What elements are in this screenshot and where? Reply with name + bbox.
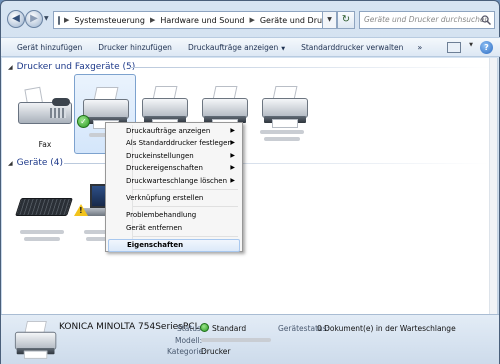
menu-item-label: Problembehandlung — [126, 211, 197, 220]
back-button[interactable]: ◀ — [7, 10, 25, 28]
menu-item-clear-queue[interactable]: Druckwarteschlange löschen ▶ — [108, 175, 240, 187]
add-printer-button[interactable]: Drucker hinzufügen — [90, 43, 180, 52]
device-printer[interactable] — [254, 74, 316, 154]
forward-button[interactable]: ▶ — [25, 10, 43, 28]
submenu-arrow-icon: ▶ — [230, 164, 235, 172]
show-print-jobs-button[interactable]: Druckaufträge anzeigen ▼ — [180, 43, 293, 52]
menu-item-label: Als Standarddrucker festlegen — [126, 139, 232, 148]
breadcrumb-separator-icon[interactable]: ▶ — [247, 16, 256, 24]
group-header-printers[interactable]: ◢ Drucker und Faxgeräte (5) — [8, 60, 135, 74]
search-placeholder: Geräte und Drucker durchsuchen — [364, 15, 490, 24]
redacted-model-value — [201, 338, 271, 342]
add-device-button[interactable]: Gerät hinzufügen — [9, 43, 90, 52]
details-category-value: Drucker — [201, 347, 231, 356]
menu-item-label: Eigenschaften — [127, 241, 184, 250]
chevron-down-icon: ▼ — [281, 45, 286, 52]
redacted-label — [264, 137, 300, 141]
vertical-scrollbar[interactable] — [489, 58, 497, 314]
search-input[interactable]: Geräte und Drucker durchsuchen — [359, 11, 495, 29]
menu-item-label: Druckereigenschaften — [126, 164, 203, 173]
details-model-label: Modell: — [175, 336, 203, 345]
menu-item-properties[interactable]: Eigenschaften — [108, 239, 240, 252]
details-status-value: Standard — [200, 323, 246, 333]
submenu-arrow-icon: ▶ — [230, 139, 235, 147]
keyboard-icon — [15, 198, 73, 216]
submenu-arrow-icon: ▶ — [230, 151, 235, 159]
redacted-label — [24, 237, 60, 241]
menu-item-printer-properties[interactable]: Druckereigenschaften ▶ — [108, 162, 240, 174]
refresh-icon: ↻ — [341, 14, 351, 25]
printer-icon — [260, 86, 310, 130]
menu-item-label: Druckeinstellungen — [126, 151, 194, 160]
menu-item-create-shortcut[interactable]: Verknüpfung erstellen — [108, 192, 240, 204]
command-bar: Gerät hinzufügen Drucker hinzufügen Druc… — [1, 37, 500, 57]
manage-default-printer-button[interactable]: Standarddrucker verwalten — [293, 43, 411, 52]
device-list-pane: ◢ Drucker und Faxgeräte (5) Fax ✓ ◢ Gerä… — [2, 58, 498, 314]
group-divider — [130, 67, 490, 68]
status-ok-icon — [200, 323, 209, 332]
warning-icon: ! — [74, 204, 88, 216]
devices-and-printers-window: ◀ ▶ ▼ ▶ Systemsteuerung ▶ Hardware und S… — [0, 0, 500, 364]
menu-separator — [132, 236, 238, 238]
device-keyboard[interactable] — [14, 174, 76, 254]
details-category-label: Kategorie: — [167, 347, 206, 356]
more-commands-button[interactable]: » — [411, 43, 428, 52]
address-bar[interactable]: ▶ Systemsteuerung ▶ Hardware und Sound ▶… — [53, 11, 323, 29]
fax-icon — [18, 86, 72, 130]
redacted-label — [20, 230, 64, 234]
collapse-triangle-icon[interactable]: ◢ — [8, 64, 13, 71]
device-fax[interactable]: Fax — [14, 74, 76, 154]
menu-item-label: Druckwarteschlange löschen — [126, 176, 228, 185]
menu-separator — [132, 206, 238, 208]
menu-item-label: Verknüpfung erstellen — [126, 193, 204, 202]
menu-separator — [132, 188, 238, 190]
search-icon — [481, 15, 491, 25]
menu-item-show-print-jobs[interactable]: Druckaufträge anzeigen ▶ — [108, 125, 240, 137]
group-title-devices: Geräte (4) — [16, 158, 64, 168]
change-view-icon[interactable] — [447, 42, 461, 53]
address-row: ◀ ▶ ▼ ▶ Systemsteuerung ▶ Hardware und S… — [1, 1, 500, 35]
breadcrumb-hardware-sound[interactable]: Hardware und Sound — [157, 16, 247, 25]
help-icon[interactable]: ? — [480, 41, 493, 54]
details-printer-status-value: 0 Dokument(e) in der Warteschlange — [317, 324, 456, 333]
submenu-arrow-icon: ▶ — [230, 127, 235, 134]
menu-item-remove-device[interactable]: Gerät entfernen — [108, 222, 240, 234]
breadcrumb-control-panel[interactable]: Systemsteuerung — [71, 16, 148, 25]
menu-item-troubleshoot[interactable]: Problembehandlung — [108, 209, 240, 221]
menu-item-printing-preferences[interactable]: Druckeinstellungen ▶ — [108, 150, 240, 162]
breadcrumb-separator-icon[interactable]: ▶ — [148, 16, 157, 24]
device-label: Fax — [38, 140, 52, 149]
group-header-devices[interactable]: ◢ Geräte (4) — [8, 156, 63, 170]
view-options-dropdown[interactable]: ▼ — [469, 42, 473, 48]
recent-pages-dropdown[interactable]: ▼ — [44, 15, 49, 22]
group-title-printers: Drucker und Faxgeräte (5) — [16, 62, 136, 72]
menu-item-label: Druckaufträge anzeigen — [126, 127, 211, 135]
address-dropdown-button[interactable]: ▼ — [323, 11, 337, 29]
context-menu: Druckaufträge anzeigen ▶ Als Standarddruc… — [105, 122, 243, 252]
breadcrumb-devices-printers[interactable]: Geräte und Drucker — [257, 16, 322, 25]
submenu-arrow-icon: ▶ — [230, 176, 235, 184]
menu-item-label: Gerät entfernen — [126, 223, 183, 232]
breadcrumb-separator-icon[interactable]: ▶ — [62, 16, 71, 24]
refresh-button[interactable]: ↻ — [337, 11, 355, 29]
default-printer-check-icon: ✓ — [77, 115, 90, 128]
menu-item-set-default[interactable]: Als Standarddrucker festlegen ▶ — [108, 137, 240, 149]
collapse-triangle-icon[interactable]: ◢ — [8, 160, 13, 167]
printer-icon — [13, 321, 57, 359]
details-pane: KONICA MINOLTA 754SeriesPCL Status: Stan… — [1, 314, 499, 364]
show-print-jobs-label: Druckaufträge anzeigen — [187, 42, 279, 52]
redacted-label — [260, 130, 304, 134]
devices-printers-icon — [58, 15, 60, 25]
